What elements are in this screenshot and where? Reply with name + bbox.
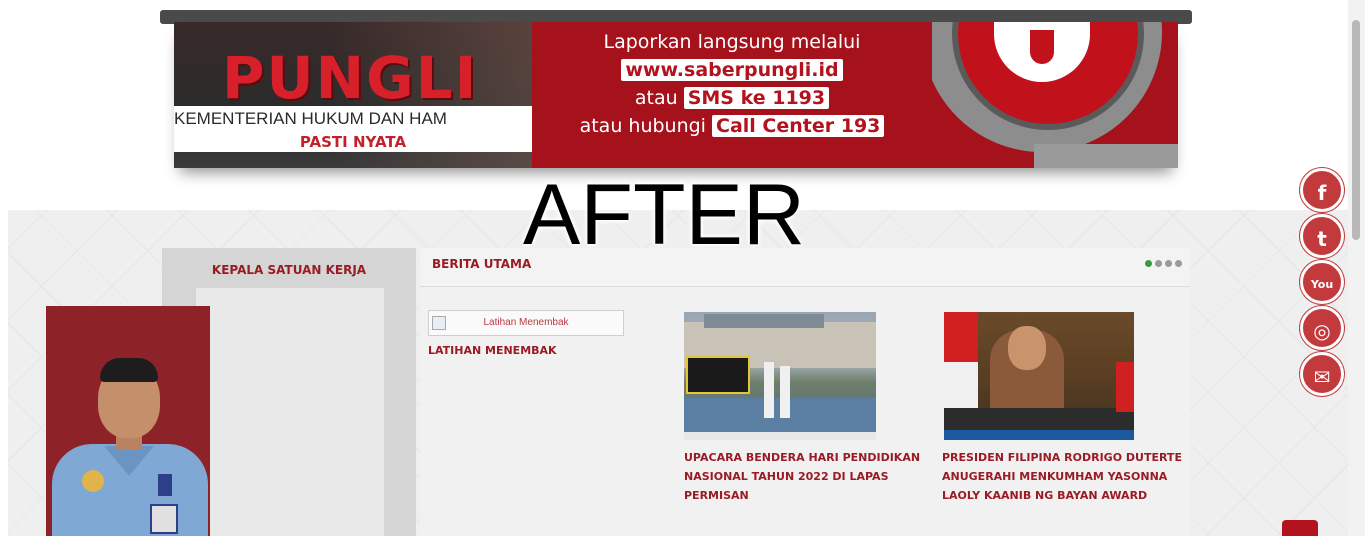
head-of-unit-title: KEPALA SATUAN KERJA — [211, 263, 367, 277]
facebook-glyph: f — [1317, 181, 1327, 205]
banner-contact-panel: Laporkan langsung melalui www.saberpungl… — [532, 22, 932, 168]
youtube-icon[interactable]: You — [1300, 260, 1344, 304]
thumb-desk — [944, 408, 1134, 430]
news-caption-link[interactable]: LATIHAN MENEMBAK — [428, 341, 668, 360]
banner-brand-word: PUNGLI — [222, 44, 479, 112]
scrollbar-thumb[interactable] — [1352, 20, 1360, 240]
youtube-glyph: You — [1310, 278, 1334, 291]
banner-sms: SMS ke 1193 — [683, 87, 830, 109]
banner-ministry: KEMENTERIAN HUKUM DAN HAM — [174, 106, 532, 132]
banner-report-line: Laporkan langsung melalui — [603, 31, 861, 53]
thumb-person — [780, 366, 790, 418]
after-overlay-label: AFTER — [523, 167, 805, 263]
thumb-person — [764, 362, 774, 418]
carousel-dot[interactable] — [1145, 260, 1152, 267]
facebook-icon[interactable]: f — [1300, 168, 1344, 212]
carousel-dot[interactable] — [1175, 260, 1182, 267]
saber-pungli-banner[interactable]: PUNGLI KEMENTERIAN HUKUM DAN HAM PASTI N… — [174, 22, 1178, 168]
banner-call-prefix: atau hubungi — [579, 115, 706, 137]
broken-image-icon — [432, 316, 446, 330]
thumb-bar — [684, 432, 876, 440]
email-icon[interactable]: ✉ — [1300, 352, 1344, 396]
banner-left-panel: PUNGLI KEMENTERIAN HUKUM DAN HAM PASTI N… — [174, 22, 532, 168]
email-glyph: ✉ — [1313, 365, 1331, 389]
thumb-roof — [704, 314, 824, 328]
head-of-unit-portrait[interactable] — [46, 306, 210, 536]
back-to-top-button[interactable] — [1282, 520, 1318, 536]
news-caption-link[interactable]: UPACARA BENDERA HARI PENDIDIKAN NASIONAL… — [684, 448, 924, 505]
news-thumbnail[interactable] — [684, 312, 876, 440]
portrait-frame — [196, 288, 384, 536]
news-thumbnail[interactable] — [944, 312, 1134, 440]
news-image-alt: Latihan Menembak — [483, 317, 569, 328]
banner-call-center: Call Center 193 — [712, 115, 885, 137]
banner-tagline: PASTI NYATA — [174, 132, 532, 152]
thumb-ticker — [944, 430, 1134, 440]
banner-or: atau — [634, 87, 678, 109]
news-image-broken[interactable]: Latihan Menembak — [428, 310, 624, 336]
banner-website: www.saberpungli.id — [621, 59, 843, 81]
banner-gray-strip — [1034, 144, 1178, 168]
uniform-pocket-badge-icon — [150, 504, 178, 534]
carousel-dot[interactable] — [1155, 260, 1162, 267]
uniform-tag-icon — [158, 474, 172, 496]
instagram-icon[interactable]: ◎ — [1300, 306, 1344, 350]
portrait-hair — [100, 358, 158, 382]
twitter-glyph: t — [1317, 227, 1327, 251]
thumb-banner — [686, 356, 750, 394]
twitter-icon[interactable]: t — [1300, 214, 1344, 258]
carousel-dots[interactable] — [1145, 260, 1182, 267]
carousel-dot[interactable] — [1165, 260, 1172, 267]
thumb-face — [1008, 326, 1046, 370]
instagram-glyph: ◎ — [1313, 319, 1331, 343]
thumb-flag — [1116, 362, 1134, 412]
thumb-flag — [944, 312, 978, 412]
uniform-badge-icon — [82, 470, 104, 492]
news-caption-link[interactable]: PRESIDEN FILIPINA RODRIGO DUTERTE ANUGER… — [942, 448, 1182, 505]
